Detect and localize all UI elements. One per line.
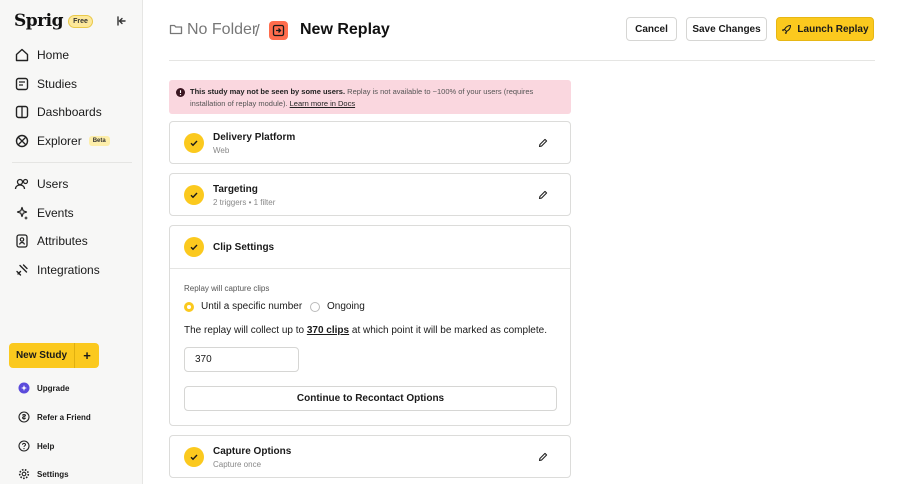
help-link[interactable]: Help bbox=[18, 438, 54, 454]
page-title[interactable]: New Replay bbox=[300, 21, 390, 39]
events-icon bbox=[12, 203, 32, 223]
nav-label: Dashboards bbox=[37, 105, 102, 119]
clip-count: 370 clips bbox=[306, 325, 350, 336]
capture-options-card[interactable]: Capture Options Capture once bbox=[169, 435, 571, 478]
nav-label: Studies bbox=[37, 77, 78, 91]
card-title: Clip Settings bbox=[213, 242, 275, 253]
studies-icon bbox=[12, 74, 32, 94]
nav-label: Events bbox=[37, 206, 74, 220]
breadcrumb-separator: / bbox=[255, 21, 260, 40]
upgrade-icon bbox=[18, 382, 30, 394]
save-changes-button[interactable]: Save Changes bbox=[686, 17, 767, 41]
nav-integrations[interactable]: Integrations bbox=[12, 257, 130, 283]
new-study-button[interactable]: New Study bbox=[9, 343, 75, 368]
settings-link[interactable]: Settings bbox=[18, 466, 69, 482]
refer-icon bbox=[18, 411, 30, 423]
card-title: Targeting bbox=[213, 184, 258, 195]
sprig-logo[interactable]: Sprig bbox=[14, 11, 63, 31]
explorer-icon bbox=[12, 131, 32, 151]
radio-selected-icon bbox=[184, 301, 194, 312]
clip-caption: Replay will capture clips bbox=[184, 284, 270, 293]
targeting-card[interactable]: Targeting 2 triggers • 1 filter bbox=[169, 173, 571, 216]
refer-friend-label: Refer a Friend bbox=[37, 412, 91, 422]
collect-prefix: The replay will collect up to bbox=[184, 325, 307, 336]
attributes-icon bbox=[12, 231, 32, 251]
radio-ongoing[interactable]: Ongoing bbox=[310, 301, 365, 312]
card-divider bbox=[170, 268, 570, 269]
card-subtitle: Web bbox=[213, 146, 230, 155]
nav-events[interactable]: Events bbox=[12, 200, 130, 226]
alert-icon bbox=[176, 88, 185, 101]
radio-unselected-icon bbox=[310, 301, 320, 312]
alert-title: This study may not be seen by some users… bbox=[190, 87, 346, 96]
refer-friend-link[interactable]: Refer a Friend bbox=[18, 409, 91, 425]
launch-replay-label: Launch Replay bbox=[797, 23, 869, 35]
nav-dashboards[interactable]: Dashboards bbox=[12, 99, 130, 125]
sidebar: Sprig Free Home Studies Dashboards Explo… bbox=[0, 0, 143, 484]
integrations-icon bbox=[12, 260, 32, 280]
header-divider bbox=[169, 60, 875, 61]
nav-label: Attributes bbox=[37, 234, 88, 248]
card-title: Delivery Platform bbox=[213, 132, 296, 143]
settings-icon bbox=[18, 468, 30, 480]
nav-label: Explorer bbox=[37, 134, 82, 148]
replay-icon bbox=[269, 21, 288, 40]
nav-label: Integrations bbox=[37, 263, 100, 277]
nav-attributes[interactable]: Attributes bbox=[12, 228, 130, 254]
card-subtitle: Capture once bbox=[213, 460, 262, 469]
clip-settings-card: Clip Settings Replay will capture clips … bbox=[169, 225, 571, 426]
docs-link[interactable]: Learn more in Docs bbox=[290, 99, 355, 108]
edit-pencil-icon[interactable] bbox=[538, 452, 550, 464]
edit-pencil-icon[interactable] bbox=[538, 190, 550, 202]
help-label: Help bbox=[37, 441, 55, 451]
upgrade-link[interactable]: Upgrade bbox=[18, 380, 69, 396]
radio-specific-number[interactable]: Until a specific number bbox=[184, 301, 302, 312]
check-icon bbox=[184, 447, 204, 467]
radio-label: Until a specific number bbox=[201, 301, 303, 312]
settings-label: Settings bbox=[37, 469, 69, 479]
warning-alert: This study may not be seen by some users… bbox=[169, 80, 571, 114]
new-study-plus-button[interactable]: + bbox=[75, 343, 99, 368]
plan-badge: Free bbox=[68, 15, 93, 28]
upgrade-label: Upgrade bbox=[37, 383, 70, 393]
collect-description: The replay will collect up to 370 clips … bbox=[184, 325, 547, 336]
breadcrumb-folder[interactable]: No Folder bbox=[187, 21, 257, 39]
beta-badge: Beta bbox=[88, 136, 110, 146]
nav-explorer[interactable]: Explorer Beta bbox=[12, 128, 130, 154]
clip-count-input[interactable]: 370 bbox=[184, 347, 299, 372]
edit-pencil-icon[interactable] bbox=[538, 138, 550, 150]
rocket-icon bbox=[781, 24, 792, 35]
users-icon bbox=[12, 174, 32, 194]
delivery-platform-card[interactable]: Delivery Platform Web bbox=[169, 121, 571, 164]
cancel-button[interactable]: Cancel bbox=[626, 17, 677, 41]
check-icon bbox=[184, 133, 204, 153]
nav-divider bbox=[12, 162, 132, 163]
continue-recontact-button[interactable]: Continue to Recontact Options bbox=[184, 386, 557, 411]
nav-label: Users bbox=[37, 177, 69, 191]
radio-label: Ongoing bbox=[327, 301, 365, 312]
launch-replay-button[interactable]: Launch Replay bbox=[776, 17, 874, 41]
nav-users[interactable]: Users bbox=[12, 171, 130, 197]
new-study-button-group: New Study + bbox=[9, 343, 99, 368]
help-icon bbox=[18, 440, 30, 452]
home-icon bbox=[12, 45, 32, 65]
nav-studies[interactable]: Studies bbox=[12, 71, 130, 97]
nav-home[interactable]: Home bbox=[12, 42, 130, 68]
collapse-sidebar-icon[interactable] bbox=[114, 14, 128, 28]
dashboards-icon bbox=[12, 102, 32, 122]
card-subtitle: 2 triggers • 1 filter bbox=[213, 198, 276, 207]
check-icon bbox=[184, 185, 204, 205]
collect-suffix: at which point it will be marked as comp… bbox=[349, 325, 547, 336]
folder-icon bbox=[169, 22, 183, 41]
check-icon bbox=[184, 237, 204, 257]
card-title: Capture Options bbox=[213, 446, 292, 457]
nav-label: Home bbox=[37, 48, 70, 62]
